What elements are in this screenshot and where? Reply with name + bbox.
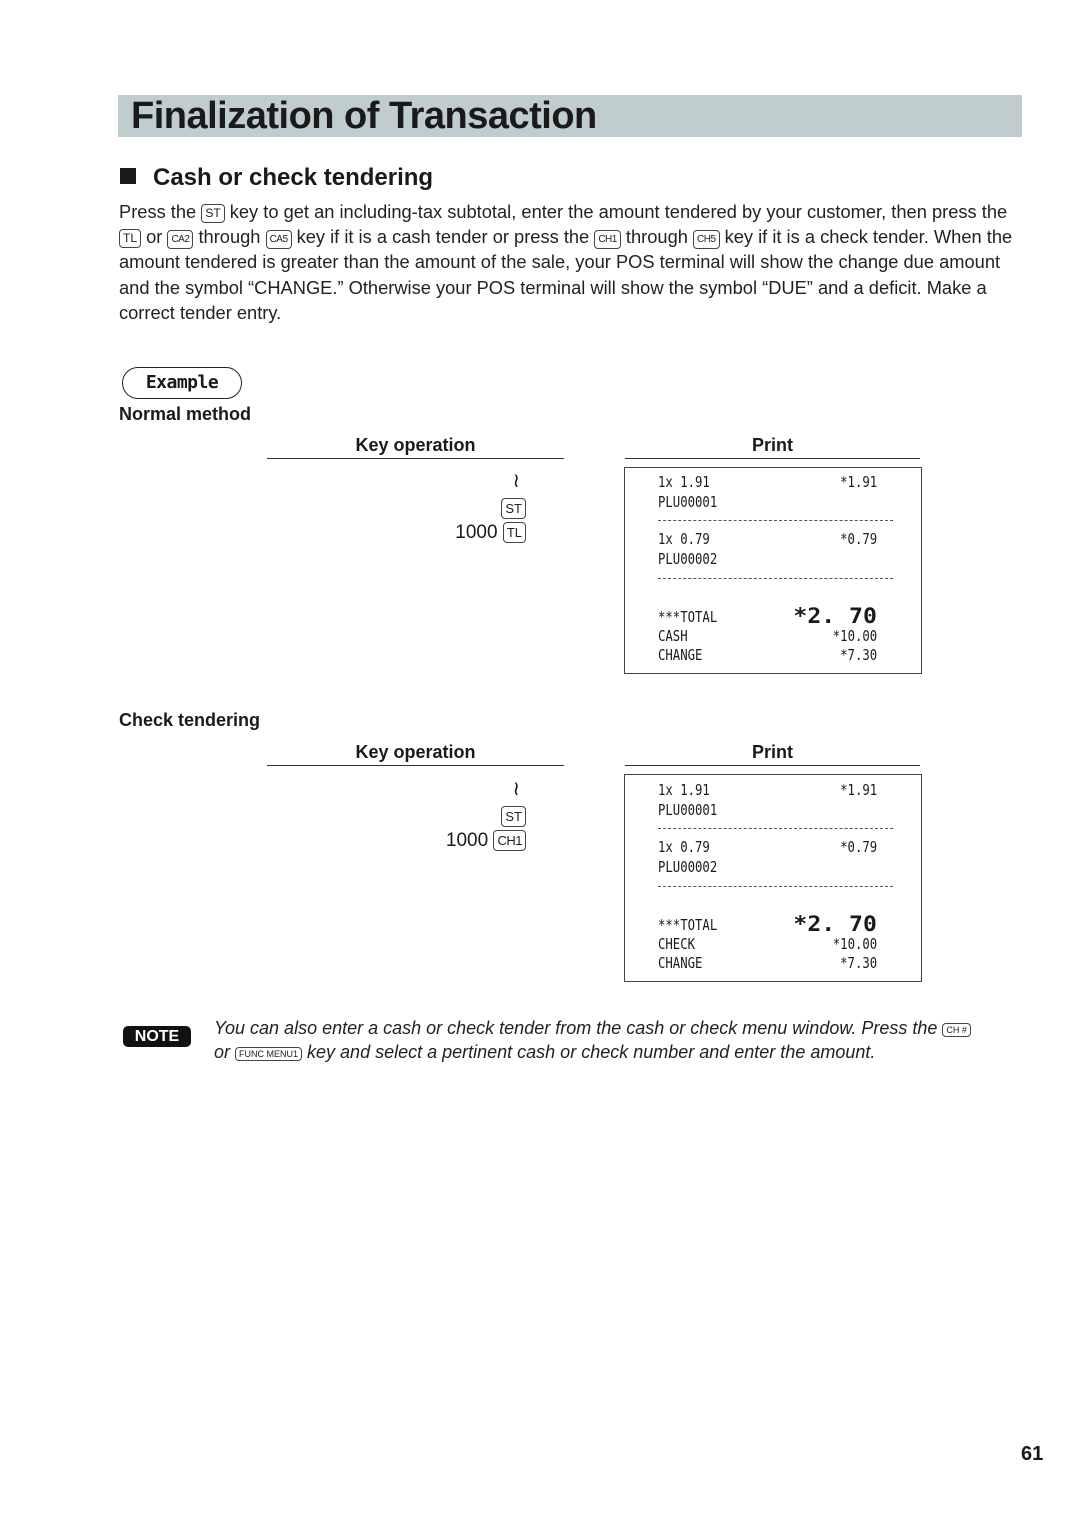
section-title: Cash or check tendering [153, 164, 434, 191]
text: through [193, 226, 266, 248]
receipt-print: 1x 1.91 *1.91 PLU00001 1x 0.79 *0.79 PLU… [624, 467, 922, 674]
tender-amount: *10.00 [832, 935, 877, 953]
page-title: Finalization of Transaction [131, 95, 597, 137]
square-bullet-icon [120, 168, 136, 184]
note-text: You can also enter a cash or check tende… [214, 1016, 1014, 1064]
title-bar: Finalization of Transaction [118, 95, 1022, 137]
ca2-key-icon: CA2 [167, 230, 194, 250]
intro-paragraph: Press the ST key to get an including-tax… [119, 199, 1019, 325]
print-header: Print [625, 742, 920, 766]
normal-method-heading: Normal method [119, 404, 252, 424]
item-amount: *0.79 [839, 530, 877, 548]
tl-key-icon: TL [502, 522, 526, 543]
tender-label: CHECK [658, 935, 696, 953]
ch-hash-key-icon: CH # [942, 1023, 971, 1037]
item-amount: *0.79 [839, 838, 877, 856]
ch1-key-icon: CH1 [594, 230, 621, 250]
print-header: Print [625, 435, 920, 459]
tender-amount: *10.00 [832, 627, 877, 645]
key-operation-header: Key operation [267, 435, 564, 459]
divider [658, 886, 893, 887]
func-menu1-key-icon: FUNC MENU1 [235, 1047, 303, 1061]
divider [658, 828, 893, 829]
example-label: Example [122, 367, 242, 399]
check-tendering-heading: Check tendering [119, 710, 261, 730]
change-label: CHANGE [658, 954, 703, 972]
item-qty-price: 1x 0.79 [658, 838, 710, 856]
text: or [214, 1042, 236, 1062]
item-qty-price: 1x 1.91 [658, 781, 710, 799]
key-operation-header: Key operation [267, 742, 564, 766]
receipt-print: 1x 1.91 *1.91 PLU00001 1x 0.79 *0.79 PLU… [624, 774, 922, 982]
item-name: PLU00002 [658, 550, 718, 568]
item-name: PLU00002 [658, 858, 718, 876]
ch1-key-icon: CH1 [493, 830, 526, 851]
key-operation-sequence: ≀ ST 1000 TL [226, 468, 526, 548]
page-number: 61 [1021, 1443, 1044, 1465]
section-heading: Cash or check tendering [120, 163, 433, 193]
item-name: PLU00001 [658, 493, 718, 511]
ch5-key-icon: CH5 [693, 230, 720, 250]
ca5-key-icon: CA5 [265, 230, 292, 250]
text: through [620, 226, 693, 248]
key-operation-sequence: ≀ ST 1000 CH1 [226, 776, 526, 856]
amount: 1000 [445, 830, 489, 851]
text: key and select a pertinent cash or check… [302, 1042, 876, 1062]
text: You can also enter a cash or check tende… [214, 1018, 943, 1038]
change-amount: *7.30 [839, 954, 877, 972]
amount: 1000 [455, 522, 498, 543]
text: key to get an including-tax subtotal, en… [224, 201, 1008, 222]
tilde-icon: ≀ [512, 470, 521, 492]
tl-key-icon: TL [119, 229, 142, 249]
st-key-icon: ST [501, 498, 526, 519]
tilde-icon: ≀ [512, 778, 521, 800]
note-badge: NOTE [123, 1026, 191, 1047]
st-key-icon: ST [201, 204, 225, 223]
text: or [141, 226, 168, 248]
total-amount: *2. 70 [793, 912, 877, 936]
item-qty-price: 1x 1.91 [658, 473, 710, 491]
change-amount: *7.30 [839, 646, 877, 664]
item-qty-price: 1x 0.79 [658, 530, 710, 548]
item-amount: *1.91 [839, 781, 877, 799]
change-label: CHANGE [658, 646, 703, 664]
divider [658, 578, 893, 579]
item-name: PLU00001 [658, 801, 718, 819]
text: Press the [119, 201, 202, 222]
total-amount: *2. 70 [793, 604, 877, 628]
item-amount: *1.91 [839, 473, 877, 491]
tender-label: CASH [658, 627, 688, 645]
st-key-icon: ST [501, 806, 526, 827]
divider [658, 520, 893, 521]
text: key if it is a cash tender or press the [291, 226, 595, 248]
